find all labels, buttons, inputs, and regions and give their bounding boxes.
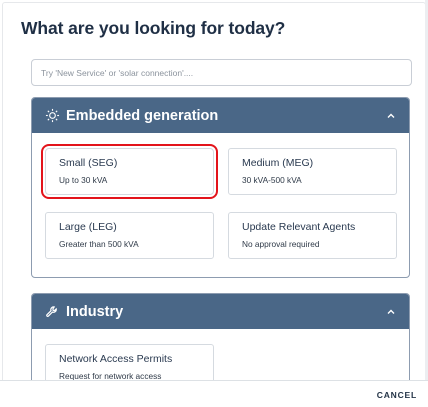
card-small-seg[interactable]: Small (SEG) Up to 30 kVA	[41, 144, 218, 199]
card-subtitle: No approval required	[242, 239, 320, 249]
sections-scroll-area[interactable]: Embedded generation Small (SEG) Up to 30…	[0, 88, 428, 380]
card-title: Medium (MEG)	[242, 157, 314, 169]
wrench-icon	[44, 304, 60, 320]
card-medium-meg[interactable]: Medium (MEG) 30 kVA-500 kVA	[228, 148, 397, 195]
section-industry: Industry Network Access Permits Request …	[31, 293, 410, 380]
chevron-up-icon[interactable]	[383, 304, 399, 320]
card-title: Small (SEG)	[59, 157, 118, 169]
section-header-embedded-generation[interactable]: Embedded generation	[32, 98, 409, 133]
card-subtitle: Request for network access	[59, 371, 162, 380]
card-subtitle: Greater than 500 kVA	[59, 239, 139, 249]
card-network-access-permits[interactable]: Network Access Permits Request for netwo…	[45, 344, 214, 380]
cancel-button[interactable]: CANCEL	[377, 390, 417, 400]
search-field[interactable]	[31, 59, 412, 86]
search-input[interactable]	[32, 60, 411, 85]
card-update-relevant-agents[interactable]: Update Relevant Agents No approval requi…	[228, 212, 397, 259]
chevron-up-icon[interactable]	[383, 108, 399, 124]
section-title: Industry	[66, 303, 124, 320]
service-selector-dialog: What are you looking for today? Try 'New…	[0, 0, 428, 407]
dialog-footer: CANCEL	[0, 380, 428, 407]
dialog-title: What are you looking for today?	[21, 18, 286, 38]
card-title: Large (LEG)	[59, 221, 117, 233]
card-large-leg[interactable]: Large (LEG) Greater than 500 kVA	[45, 212, 214, 259]
card-subtitle: 30 kVA-500 kVA	[242, 175, 302, 185]
card-subtitle: Up to 30 kVA	[59, 175, 108, 185]
sun-icon	[44, 108, 60, 124]
card-title: Network Access Permits	[59, 353, 173, 365]
card-title: Update Relevant Agents	[242, 221, 356, 233]
section-header-industry[interactable]: Industry	[32, 294, 409, 329]
section-title: Embedded generation	[66, 107, 219, 124]
section-embedded-generation: Embedded generation Small (SEG) Up to 30…	[31, 97, 410, 278]
